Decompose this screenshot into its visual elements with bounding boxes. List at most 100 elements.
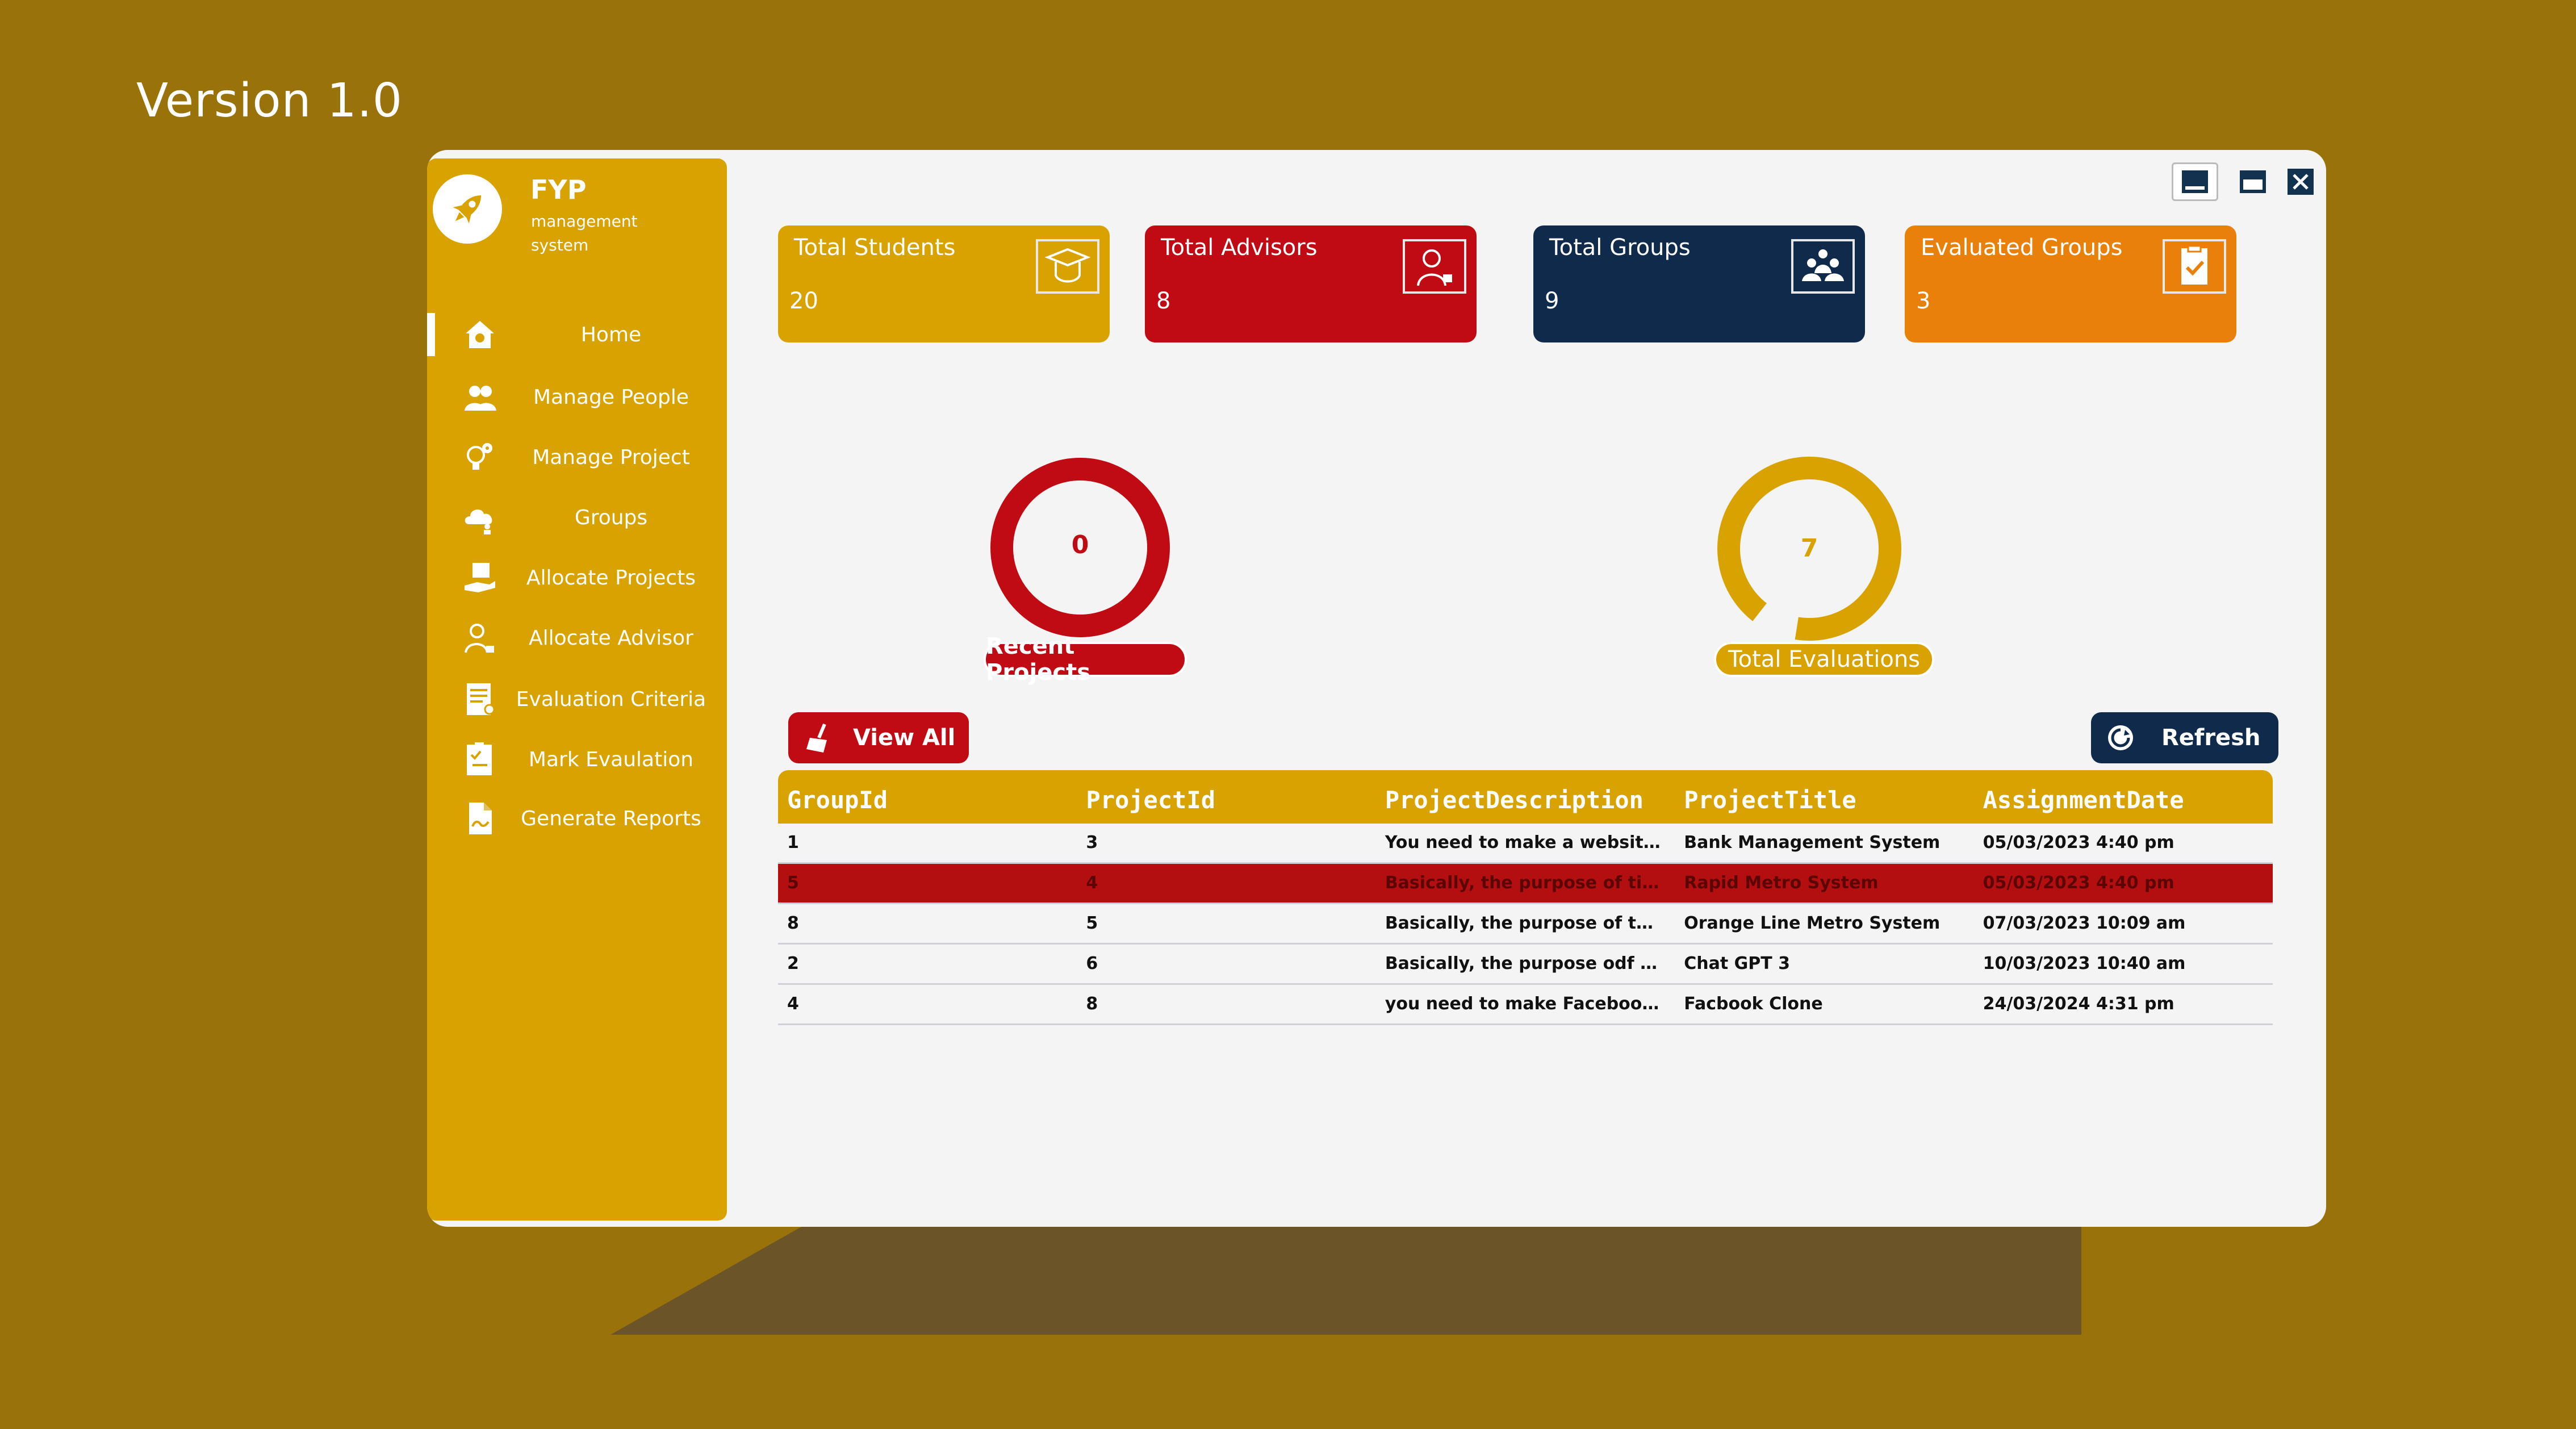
refresh-label: Refresh	[2161, 725, 2261, 751]
lightbulb-gear-icon	[467, 443, 492, 470]
cell-projectdescription: Basically, the purpose of this pr...	[1385, 913, 1675, 933]
card-title: Total Students	[794, 235, 956, 261]
sidebar: FYP management system Home Manage People…	[427, 158, 727, 1221]
cell-assignmentdate: 05/03/2023 4:40 pm	[1983, 833, 2174, 853]
column-header-projecttitle[interactable]: ProjectTitle	[1675, 770, 1973, 824]
card-title: Evaluated Groups	[1921, 235, 2123, 261]
cell-groupid: 4	[787, 994, 799, 1014]
total-evaluations-value: 7	[1800, 534, 1818, 563]
table-row[interactable]: 1 3 You need to make a website for... Ba…	[778, 824, 2273, 864]
card-total-groups: Total Groups 9	[1533, 225, 1865, 342]
minimize-icon	[2182, 170, 2208, 193]
total-evaluations-label: Total Evaluations	[1714, 642, 1934, 677]
sidebar-item-generate-reports[interactable]: Generate Reports	[427, 793, 727, 845]
cell-projectid: 5	[1086, 913, 1098, 933]
rocket-logo-icon	[433, 174, 502, 244]
sidebar-item-groups[interactable]: Groups	[427, 492, 727, 544]
graduation-cap-icon	[1036, 239, 1099, 294]
sidebar-item-manage-people[interactable]: Manage People	[427, 372, 727, 423]
checklist-icon	[467, 742, 492, 775]
column-header-assignmentdate[interactable]: AssignmentDate	[1974, 770, 2273, 824]
cell-projectdescription: Basically, the purpose odf this p...	[1385, 954, 1675, 973]
column-header-projectid[interactable]: ProjectId	[1077, 770, 1375, 824]
column-header-groupid[interactable]: GroupId	[778, 770, 1077, 824]
card-value: 3	[1916, 288, 1931, 314]
card-value: 20	[789, 288, 818, 314]
advisor-lock-icon	[465, 624, 494, 653]
cell-assignmentdate: 10/03/2023 10:40 am	[1983, 954, 2186, 973]
column-header-projectdescription[interactable]: ProjectDescription	[1376, 770, 1675, 824]
total-evaluations-ring: 7	[1713, 452, 1906, 645]
card-value: 8	[1156, 288, 1171, 314]
maximize-icon	[2240, 170, 2266, 193]
brand-subtitle: management system	[531, 212, 638, 254]
people-icon	[465, 386, 496, 411]
table-row[interactable]: 4 8 you need to make Facebook We... Facb…	[778, 985, 2273, 1025]
recent-projects-value: 0	[1071, 530, 1089, 559]
view-all-label: View All	[853, 725, 956, 751]
version-label: Version 1.0	[136, 74, 403, 128]
cell-projectid: 8	[1086, 994, 1098, 1014]
sidebar-item-label: Mark Evaulation	[528, 748, 694, 771]
window-shadow	[610, 1224, 2081, 1335]
home-icon	[466, 321, 494, 348]
cell-assignmentdate: 07/03/2023 10:09 am	[1983, 913, 2186, 933]
cell-projectid: 3	[1086, 833, 1098, 853]
recent-projects-ring: 0	[984, 451, 1177, 644]
refresh-button[interactable]: Refresh	[2091, 712, 2278, 763]
cell-projecttitle: Facbook Clone	[1684, 994, 1823, 1014]
cell-groupid: 5	[787, 873, 799, 893]
broom-icon	[806, 723, 827, 753]
close-button[interactable]	[2277, 162, 2324, 201]
cell-groupid: 2	[787, 954, 799, 973]
sidebar-item-label: Evaluation Criteria	[516, 688, 706, 711]
card-total-students: Total Students 20	[778, 225, 1110, 342]
sidebar-item-label: Allocate Advisor	[529, 626, 693, 650]
report-file-icon	[469, 803, 492, 834]
refresh-icon	[2108, 725, 2133, 750]
cell-projecttitle: Rapid Metro System	[1684, 873, 1879, 893]
app-window: FYP management system Home Manage People…	[427, 150, 2326, 1227]
cell-groupid: 1	[787, 833, 799, 853]
card-title: Total Groups	[1549, 235, 1691, 261]
cell-projectdescription: Basically, the purpose of tis pro...	[1385, 873, 1675, 893]
sidebar-item-label: Manage People	[533, 386, 689, 409]
card-title: Total Advisors	[1161, 235, 1318, 261]
table-row[interactable]: 2 6 Basically, the purpose odf this p...…	[778, 945, 2273, 985]
table-row[interactable]: 8 5 Basically, the purpose of this pr...…	[778, 904, 2273, 945]
sidebar-item-manage-project[interactable]: Manage Project	[427, 432, 727, 483]
close-icon	[2288, 169, 2314, 195]
sidebar-item-evaluation-criteria[interactable]: Evaluation Criteria	[427, 674, 727, 725]
sidebar-item-home[interactable]: Home	[427, 310, 727, 361]
cell-projectid: 4	[1086, 873, 1098, 893]
cell-assignmentdate: 24/03/2024 4:31 pm	[1983, 994, 2174, 1014]
card-value: 9	[1545, 288, 1559, 314]
projects-table: GroupId ProjectId ProjectDescription Pro…	[778, 770, 2273, 1025]
card-evaluated-groups: Evaluated Groups 3	[1905, 225, 2236, 342]
cell-projecttitle: Bank Management System	[1684, 833, 1941, 853]
sidebar-item-label: Generate Reports	[521, 807, 701, 830]
sidebar-item-allocate-projects[interactable]: Allocate Projects	[427, 553, 727, 604]
brand-title: FYP	[530, 174, 587, 205]
cell-projectid: 6	[1086, 954, 1098, 973]
sidebar-item-label: Allocate Projects	[526, 566, 696, 590]
table-row-selected[interactable]: 5 4 Basically, the purpose of tis pro...…	[778, 864, 2273, 904]
sidebar-item-label: Home	[580, 323, 642, 346]
group-icon	[1791, 239, 1855, 294]
sidebar-item-allocate-advisor[interactable]: Allocate Advisor	[427, 613, 727, 664]
minimize-button[interactable]	[2172, 162, 2218, 201]
maximize-button[interactable]	[2230, 162, 2276, 201]
cell-groupid: 8	[787, 913, 799, 933]
sidebar-item-label: Manage Project	[532, 446, 690, 469]
cell-projectdescription: you need to make Facebook We...	[1385, 994, 1675, 1014]
clipboard-check-icon	[2163, 239, 2226, 294]
sidebar-item-mark-evaluation[interactable]: Mark Evaulation	[427, 734, 727, 785]
cell-assignmentdate: 05/03/2023 4:40 pm	[1983, 873, 2174, 893]
card-total-advisors: Total Advisors 8	[1145, 225, 1477, 342]
recent-projects-label: Recent Projects	[984, 633, 1187, 686]
cell-projecttitle: Orange Line Metro System	[1684, 913, 1941, 933]
view-all-button[interactable]: View All	[788, 712, 969, 763]
sidebar-item-label: Groups	[574, 506, 648, 529]
cloud-group-icon	[465, 509, 492, 534]
document-list-icon	[467, 683, 495, 715]
